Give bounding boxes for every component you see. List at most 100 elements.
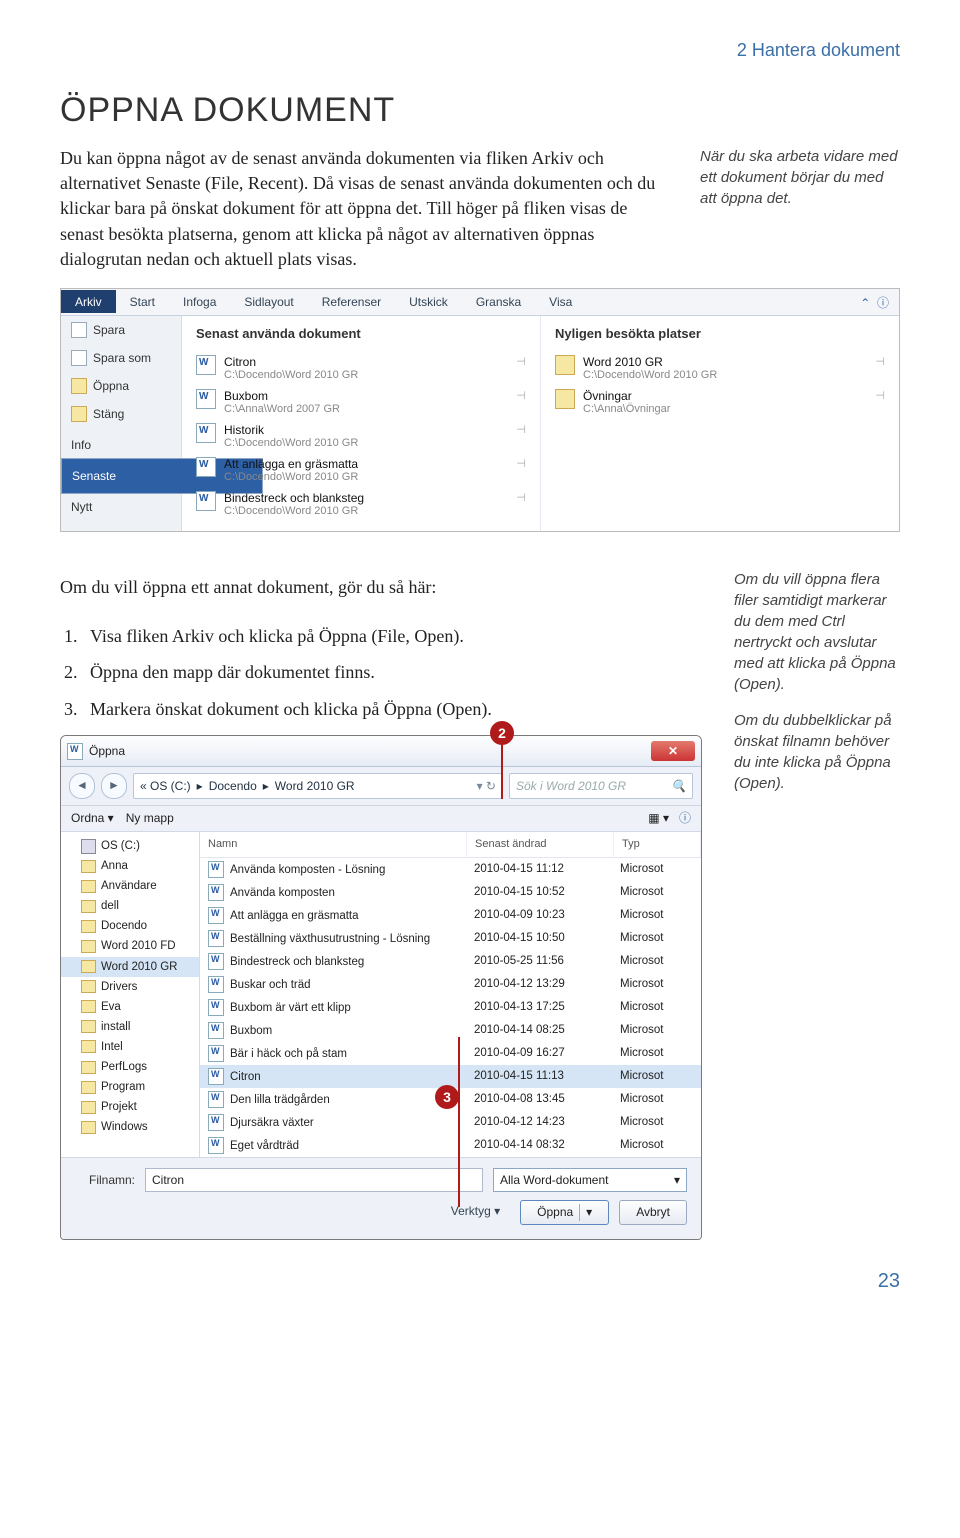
filename-input[interactable]: Citron	[145, 1168, 483, 1192]
step-2: Öppna den mapp där dokumentet finns.	[82, 656, 702, 688]
para2: Om du vill öppna ett annat dokument, gör…	[60, 574, 702, 600]
pin-icon[interactable]: ⊣	[875, 355, 885, 368]
side-note-2b: Om du dubbelklickar på önskat filnamn be…	[734, 710, 900, 794]
close-button[interactable]: ✕	[651, 741, 695, 761]
side-note-2a: Om du vill öppna flera filer samtidigt m…	[734, 569, 900, 695]
file-row[interactable]: Djursäkra växter2010-04-12 14:23Microsot	[200, 1111, 701, 1134]
file-row[interactable]: Buskar och träd2010-04-12 13:29Microsot	[200, 973, 701, 996]
tab-start[interactable]: Start	[116, 290, 169, 313]
help-icon[interactable]: ⌃ ⓘ	[846, 289, 899, 315]
file-row[interactable]: Buxbom är värt ett klipp2010-04-13 17:25…	[200, 996, 701, 1019]
page-title: ÖPPNA DOKUMENT	[60, 91, 900, 130]
tab-arkiv[interactable]: Arkiv	[61, 290, 116, 313]
dialog-title: Öppna	[89, 743, 125, 760]
step-3: Markera önskat dokument och klicka på Öp…	[82, 693, 702, 725]
tab-utskick[interactable]: Utskick	[395, 290, 462, 313]
tab-granska[interactable]: Granska	[462, 290, 535, 313]
fwd-button[interactable]: ►	[101, 773, 127, 799]
page-number: 23	[60, 1270, 900, 1293]
tools-button[interactable]: Verktyg ▾	[441, 1200, 510, 1225]
recent-docs-heading: Senast använda dokument	[196, 326, 526, 341]
file-row[interactable]: Använda komposten2010-04-15 10:52Microso…	[200, 881, 701, 904]
file-row[interactable]: Bär i häck och på stam2010-04-09 16:27Mi…	[200, 1042, 701, 1065]
menu-info[interactable]: Info	[61, 428, 181, 458]
recent-doc[interactable]: CitronC:\Docendo\Word 2010 GR⊣	[196, 351, 526, 385]
recent-doc[interactable]: Bindestreck och blankstegC:\Docendo\Word…	[196, 487, 526, 521]
tab-referenser[interactable]: Referenser	[308, 290, 395, 313]
tree-item[interactable]: Windows	[61, 1117, 199, 1137]
menu-oppna[interactable]: Öppna	[61, 372, 181, 400]
ribbon-tabs: Arkiv Start Infoga Sidlayout Referenser …	[61, 289, 899, 316]
search-input[interactable]: Sök i Word 2010 GR🔍	[509, 773, 693, 799]
tree-item[interactable]: Användare	[61, 876, 199, 896]
word-icon	[208, 1045, 224, 1062]
tab-infoga[interactable]: Infoga	[169, 290, 230, 313]
menu-spara-som[interactable]: Spara som	[61, 344, 181, 372]
side-note-1: När du ska arbeta vidare med ett dokumen…	[700, 146, 900, 272]
organize-button[interactable]: Ordna ▾	[71, 810, 114, 827]
pin-icon[interactable]: ⊣	[516, 423, 526, 436]
callout-line-2	[501, 745, 503, 799]
step-list: Visa fliken Arkiv och klicka på Öppna (F…	[60, 620, 702, 725]
open-button[interactable]: Öppna▾	[520, 1200, 609, 1225]
word-icon	[208, 861, 224, 878]
tree-item[interactable]: Anna	[61, 856, 199, 876]
file-row[interactable]: Beställning växthusutrustning - Lösning2…	[200, 927, 701, 950]
tree-item[interactable]: Eva	[61, 997, 199, 1017]
tree-item[interactable]: Word 2010 GR	[61, 957, 199, 977]
breadcrumb[interactable]: « OS (C:)▸ Docendo▸ Word 2010 GR ▾ ↻	[133, 773, 503, 799]
word-icon	[196, 355, 216, 375]
menu-stang[interactable]: Stäng	[61, 400, 181, 428]
tab-visa[interactable]: Visa	[535, 290, 586, 313]
tree-item[interactable]: dell	[61, 896, 199, 916]
recent-places-heading: Nyligen besökta platser	[555, 326, 885, 341]
file-row[interactable]: Buxbom2010-04-14 08:25Microsot	[200, 1019, 701, 1042]
word-icon	[208, 999, 224, 1016]
tree-item[interactable]: Projekt	[61, 1097, 199, 1117]
recent-doc[interactable]: HistorikC:\Docendo\Word 2010 GR⊣	[196, 419, 526, 453]
pin-icon[interactable]: ⊣	[875, 389, 885, 402]
file-row[interactable]: Att anlägga en gräsmatta2010-04-09 10:23…	[200, 904, 701, 927]
word-icon	[208, 884, 224, 901]
tree-item[interactable]: Intel	[61, 1037, 199, 1057]
help-icon[interactable]: ⓘ	[679, 810, 691, 827]
tab-sidlayout[interactable]: Sidlayout	[230, 290, 307, 313]
menu-spara[interactable]: Spara	[61, 316, 181, 344]
filter-select[interactable]: Alla Word-dokument▾	[493, 1168, 687, 1192]
pin-icon[interactable]: ⊣	[516, 355, 526, 368]
tree-item[interactable]: Program	[61, 1077, 199, 1097]
view-button[interactable]: ▦ ▾	[648, 810, 669, 827]
word-icon	[208, 930, 224, 947]
recent-doc[interactable]: BuxbomC:\Anna\Word 2007 GR⊣	[196, 385, 526, 419]
pin-icon[interactable]: ⊣	[516, 389, 526, 402]
folder-tree[interactable]: OS (C:)AnnaAnvändaredellDocendoWord 2010…	[61, 832, 200, 1157]
recent-place[interactable]: ÖvningarC:\Anna\Övningar⊣	[555, 385, 885, 419]
chapter-header: 2 Hantera dokument	[60, 40, 900, 61]
word-icon	[208, 1137, 224, 1154]
file-row[interactable]: Eget vårdträd2010-04-14 08:32Microsot	[200, 1134, 701, 1157]
file-row[interactable]: Använda komposten - Lösning2010-04-15 11…	[200, 858, 701, 881]
recent-place[interactable]: Word 2010 GRC:\Docendo\Word 2010 GR⊣	[555, 351, 885, 385]
tree-item[interactable]: Docendo	[61, 916, 199, 936]
pin-icon[interactable]: ⊣	[516, 491, 526, 504]
word-icon	[196, 491, 216, 511]
back-button[interactable]: ◄	[69, 773, 95, 799]
folder-icon	[555, 389, 575, 409]
tree-item[interactable]: Drivers	[61, 977, 199, 997]
word-icon	[208, 907, 224, 924]
cancel-button[interactable]: Avbryt	[619, 1200, 687, 1225]
tree-item[interactable]: install	[61, 1017, 199, 1037]
backstage-menu: Spara Spara som Öppna Stäng Info Senaste…	[61, 316, 182, 531]
pin-icon[interactable]: ⊣	[516, 457, 526, 470]
tree-item[interactable]: OS (C:)	[61, 836, 199, 856]
file-row[interactable]: Bindestreck och blanksteg2010-05-25 11:5…	[200, 950, 701, 973]
word-icon	[196, 423, 216, 443]
recent-doc[interactable]: Att anlägga en gräsmattaC:\Docendo\Word …	[196, 453, 526, 487]
word-icon	[196, 389, 216, 409]
menu-nytt[interactable]: Nytt	[61, 494, 181, 520]
file-header[interactable]: Namn Senast ändrad Typ	[200, 832, 701, 858]
new-folder-button[interactable]: Ny mapp	[126, 810, 174, 827]
word-icon	[208, 953, 224, 970]
tree-item[interactable]: Word 2010 FD	[61, 936, 199, 956]
tree-item[interactable]: PerfLogs	[61, 1057, 199, 1077]
